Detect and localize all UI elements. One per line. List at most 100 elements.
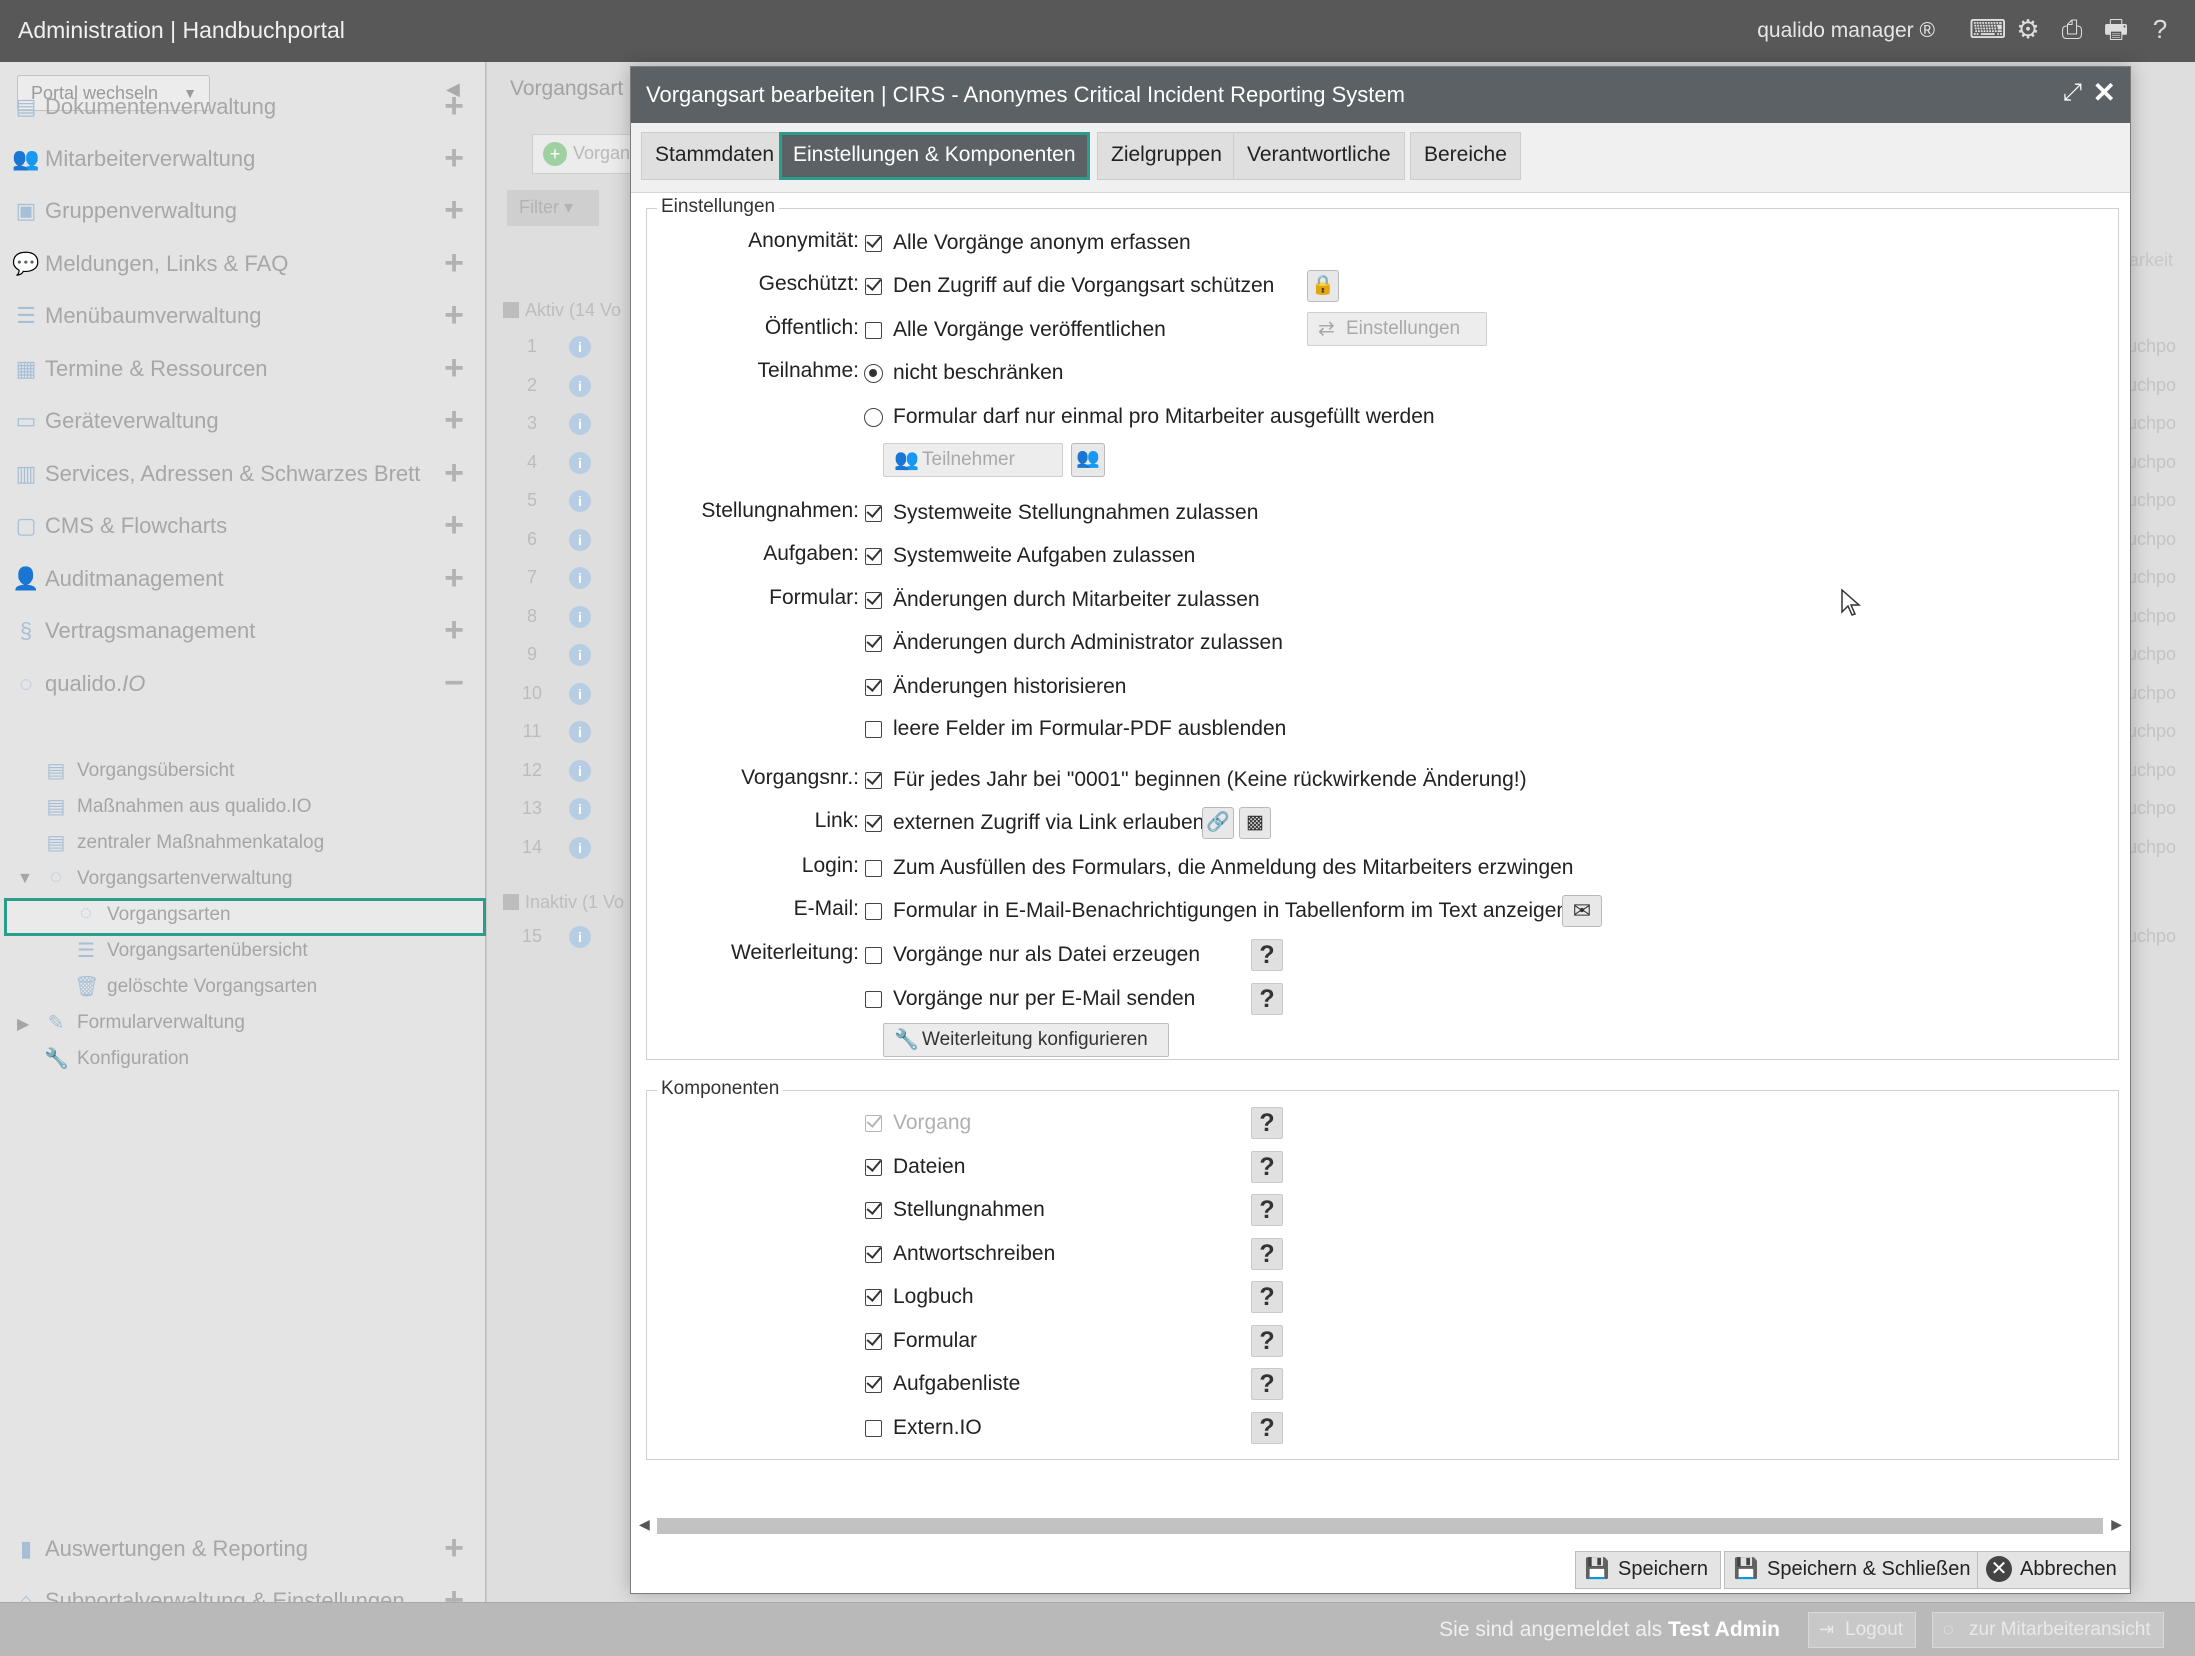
formular-mitarbeiter-checkbox[interactable]: [865, 592, 882, 609]
component-checkbox-antwortschreiben[interactable]: [865, 1245, 882, 1263]
print-preview-icon[interactable]: ⎙: [2057, 14, 2087, 44]
component-checkbox-logbuch[interactable]: [865, 1289, 882, 1306]
scroll-left-icon[interactable]: ◀: [639, 1516, 650, 1533]
sidebar-item-menuebaumverwaltung[interactable]: ☰ Menübaumverwaltung +: [0, 290, 486, 342]
envelope-icon[interactable]: ✉: [1562, 895, 1602, 927]
anonymitaet-checkbox[interactable]: [865, 235, 882, 252]
info-icon[interactable]: i: [569, 759, 591, 782]
scrollbar-thumb[interactable]: [657, 1518, 2103, 1534]
info-icon[interactable]: i: [569, 374, 591, 397]
geschuetzt-checkbox[interactable]: [865, 278, 882, 295]
weiterleitung-email-checkbox[interactable]: [865, 991, 882, 1008]
expand-plus-icon[interactable]: +: [444, 139, 464, 178]
close-icon[interactable]: ✕: [2093, 76, 2116, 109]
expand-plus-icon[interactable]: +: [444, 559, 464, 598]
info-icon[interactable]: i: [569, 644, 591, 666]
info-icon[interactable]: i: [569, 798, 591, 820]
scroll-right-icon[interactable]: ▶: [2111, 1516, 2122, 1533]
help-question-icon[interactable]: ?: [1251, 1107, 1283, 1139]
help-question-icon[interactable]: ?: [1251, 1150, 1283, 1183]
oeffentlich-checkbox[interactable]: [865, 322, 882, 339]
formular-pdf-checkbox[interactable]: [865, 721, 882, 738]
maximize-icon[interactable]: ⤢: [2063, 79, 2082, 107]
weiterleitung-konfigurieren-button[interactable]: 🔧 Weiterleitung konfigurieren: [883, 1023, 1169, 1057]
sidebar-item-dokumentenverwaltung[interactable]: ▤ Dokumentenverwaltung +: [0, 81, 486, 133]
sidebar-item-geraeteverwaltung[interactable]: ▭ Geräteverwaltung +: [0, 395, 486, 447]
help-icon[interactable]: ?: [2145, 14, 2175, 44]
save-button[interactable]: 💾 Speichern: [1575, 1551, 1722, 1589]
tree-expanded-caret-icon[interactable]: ▼: [17, 870, 33, 888]
formular-historisieren-checkbox[interactable]: [865, 679, 882, 696]
info-icon[interactable]: i: [569, 605, 591, 628]
help-question-icon[interactable]: ?: [1251, 1411, 1283, 1444]
expand-plus-icon[interactable]: +: [444, 1529, 464, 1568]
component-checkbox-extern-io[interactable]: [865, 1419, 882, 1437]
info-icon[interactable]: i: [569, 836, 591, 859]
info-icon[interactable]: i: [569, 682, 591, 705]
help-question-icon[interactable]: ?: [1251, 983, 1283, 1015]
oeffentlich-einstellungen-button[interactable]: ⇄ Einstellungen: [1307, 312, 1487, 346]
expand-plus-icon[interactable]: +: [444, 191, 464, 230]
horizontal-scrollbar[interactable]: ◀ ▶: [637, 1515, 2124, 1537]
link-chain-icon[interactable]: 🔗: [1202, 807, 1234, 839]
help-question-icon[interactable]: ?: [1251, 1237, 1283, 1270]
tab-zielgruppen[interactable]: Zielgruppen: [1097, 132, 1236, 180]
help-question-icon[interactable]: ?: [1251, 1368, 1283, 1400]
tab-verantwortliche[interactable]: Verantwortliche: [1233, 132, 1405, 180]
teilnehmer-button[interactable]: 👥 Teilnehmer: [883, 443, 1063, 477]
expand-plus-icon[interactable]: +: [444, 296, 464, 335]
logout-button[interactable]: ⇥ Logout: [1808, 1612, 1917, 1648]
stellungnahmen-checkbox[interactable]: [865, 505, 882, 522]
sidebar-item-gruppenverwaltung[interactable]: ▣ Gruppenverwaltung +: [0, 185, 486, 237]
aufgaben-checkbox[interactable]: [865, 548, 882, 565]
info-icon[interactable]: i: [569, 721, 591, 743]
info-icon[interactable]: i: [569, 413, 591, 435]
help-question-icon[interactable]: ?: [1251, 1194, 1283, 1226]
cogs-icon[interactable]: ⚙: [2013, 14, 2043, 44]
formular-administrator-checkbox[interactable]: [865, 635, 882, 652]
sidebar-item-vertragsmanagement[interactable]: § Vertragsmanagement +: [0, 605, 486, 657]
filter-button[interactable]: Filter ▾: [507, 190, 599, 226]
tab-stammdaten[interactable]: Stammdaten: [641, 132, 789, 180]
sidebar-item-auswertungen[interactable]: ▮ Auswertungen & Reporting +: [0, 1523, 486, 1575]
expand-plus-icon[interactable]: +: [444, 87, 464, 126]
expand-plus-icon[interactable]: +: [444, 506, 464, 545]
qr-code-icon[interactable]: ▩: [1239, 807, 1271, 839]
employee-view-button[interactable]: ◌ zur Mitarbeiteransicht: [1932, 1612, 2164, 1648]
expand-plus-icon[interactable]: +: [444, 401, 464, 440]
sidebar-item-meldungen[interactable]: 💬 Meldungen, Links & FAQ +: [0, 238, 486, 290]
expand-plus-icon[interactable]: +: [444, 454, 464, 493]
teilnahme-radio-einmal[interactable]: [864, 408, 883, 427]
keyboard-icon[interactable]: ⌨: [1969, 14, 2007, 44]
tab-einstellungen-komponenten[interactable]: Einstellungen & Komponenten: [779, 132, 1090, 180]
sidebar-item-mitarbeiterverwaltung[interactable]: 👥 Mitarbeiterverwaltung +: [0, 133, 486, 185]
component-checkbox-stellungnahmen[interactable]: [865, 1202, 882, 1219]
info-icon[interactable]: i: [569, 451, 591, 474]
group-active-header[interactable]: Aktiv (14 Vo: [503, 300, 621, 321]
collapse-minus-icon[interactable]: −: [444, 664, 464, 703]
expand-plus-icon[interactable]: +: [444, 244, 464, 283]
login-checkbox[interactable]: [865, 860, 882, 877]
sidebar-item-services[interactable]: ▥ Services, Adressen & Schwarzes Brett +: [0, 448, 486, 500]
help-question-icon[interactable]: ?: [1251, 1324, 1283, 1357]
help-question-icon[interactable]: ?: [1251, 939, 1283, 971]
lock-icon[interactable]: 🔒: [1307, 270, 1339, 302]
save-close-button[interactable]: 💾 Speichern & Schließen: [1724, 1551, 1984, 1589]
component-checkbox-formular[interactable]: [865, 1332, 882, 1350]
expand-plus-icon[interactable]: +: [444, 349, 464, 388]
info-icon[interactable]: i: [569, 567, 591, 589]
info-icon[interactable]: i: [569, 490, 591, 512]
info-icon[interactable]: i: [569, 528, 591, 551]
cancel-button[interactable]: ✕ Abbrechen: [1977, 1551, 2130, 1589]
tree-collapsed-caret-icon[interactable]: ▶: [17, 1014, 29, 1034]
sidebar-item-qualido-io[interactable]: ◌ qualido.IO −: [0, 658, 486, 710]
group-inactive-header[interactable]: Inaktiv (1 Vo: [503, 892, 624, 913]
sidebar-item-termine[interactable]: ▦ Termine & Ressourcen +: [0, 343, 486, 395]
email-checkbox[interactable]: [865, 903, 882, 920]
printer-icon[interactable]: 🖶: [2101, 14, 2131, 44]
vorgangsnr-checkbox[interactable]: [865, 772, 882, 789]
info-icon[interactable]: i: [569, 336, 591, 358]
tab-bereiche[interactable]: Bereiche: [1410, 132, 1521, 180]
teilnahme-radio-unbeschraenkt[interactable]: [864, 364, 883, 383]
sidebar-item-auditmanagement[interactable]: 👤 Auditmanagement +: [0, 553, 486, 605]
